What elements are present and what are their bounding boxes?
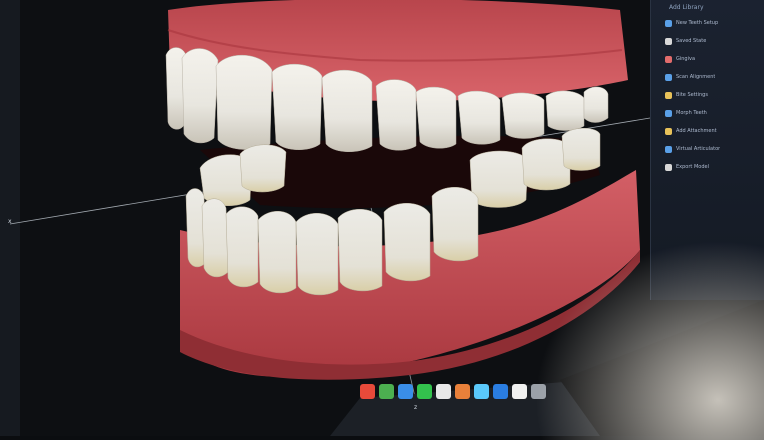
- taskbar: [360, 384, 546, 399]
- export-icon: [665, 163, 672, 171]
- panel-item-label: Bite Settings: [676, 92, 708, 98]
- panel-item-label: Virtual Articulator: [676, 146, 721, 152]
- panel-item-new-teeth-setup[interactable]: New Teeth Setup: [665, 16, 761, 30]
- panel-title: Add Library: [669, 4, 704, 11]
- panel-item-gingiva[interactable]: Gingiva: [665, 52, 761, 66]
- articulator-icon: [665, 145, 672, 153]
- panel-item-saved-state[interactable]: Saved State: [665, 34, 761, 48]
- panel-item-bite-settings[interactable]: Bite Settings: [665, 88, 761, 102]
- panel-item-label: Saved State: [676, 38, 707, 44]
- panel-item-add-attachment[interactable]: Add Attachment: [665, 124, 761, 138]
- panel-item-label: Morph Teeth: [676, 110, 707, 116]
- browser-icon[interactable]: [360, 384, 375, 399]
- panel-item-virtual-articulator[interactable]: Virtual Articulator: [665, 142, 761, 156]
- files-icon[interactable]: [436, 384, 451, 399]
- chrome-icon[interactable]: [379, 384, 394, 399]
- notes-icon[interactable]: [512, 384, 527, 399]
- panel-item-scan-alignment[interactable]: Scan Alignment: [665, 70, 761, 84]
- panel-item-label: New Teeth Setup: [676, 20, 719, 26]
- panel-item-morph-teeth[interactable]: Morph Teeth: [665, 106, 761, 120]
- attach-icon: [665, 127, 672, 135]
- safari-icon[interactable]: [493, 384, 508, 399]
- tooth-icon: [665, 19, 672, 27]
- panel-item-label: Scan Alignment: [676, 74, 716, 80]
- axis-label-z[interactable]: z: [414, 404, 417, 411]
- mail-icon[interactable]: [398, 384, 413, 399]
- gum-icon: [665, 55, 672, 63]
- panel-item-export-model[interactable]: Export Model: [665, 160, 761, 174]
- panel-item-label: Export Model: [676, 164, 709, 170]
- align-icon: [665, 73, 672, 81]
- messages-icon[interactable]: [417, 384, 432, 399]
- panel-item-label: Gingiva: [676, 56, 696, 62]
- hand-blur: [534, 240, 764, 440]
- finder-icon[interactable]: [474, 384, 489, 399]
- save-icon: [665, 37, 672, 45]
- axis-label-x[interactable]: x: [8, 218, 12, 225]
- photos-icon[interactable]: [455, 384, 470, 399]
- panel-item-label: Add Attachment: [676, 128, 717, 134]
- viewport-3d[interactable]: Add Library New Teeth Setup Saved State …: [0, 0, 764, 440]
- morph-icon: [665, 109, 672, 117]
- bite-icon: [665, 91, 672, 99]
